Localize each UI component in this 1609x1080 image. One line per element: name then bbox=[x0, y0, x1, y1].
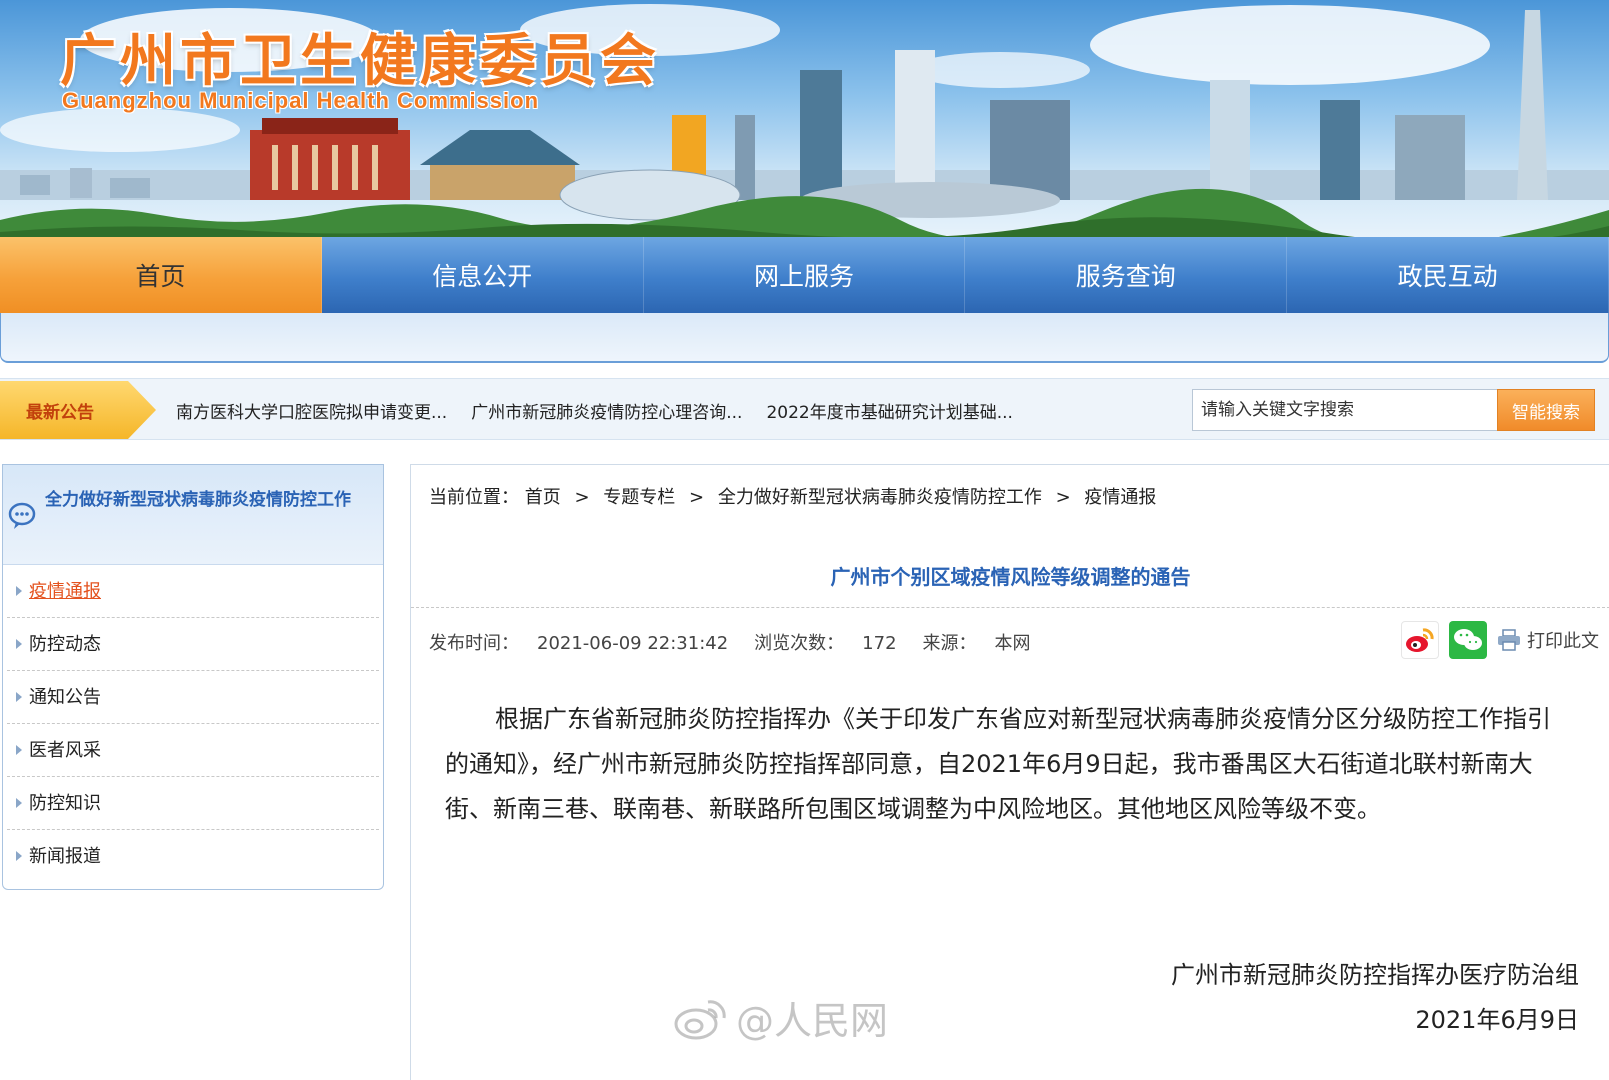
sidebar: 全力做好新型冠状病毒肺炎疫情防控工作 疫情通报 防控动态 通知公告 医者风采 防… bbox=[2, 464, 384, 890]
breadcrumb-epidemic-report[interactable]: 疫情通报 bbox=[1084, 487, 1156, 508]
sidebar-item-label: 医者风采 bbox=[29, 740, 101, 761]
main-nav: 首页 信息公开 网上服务 服务查询 政民互动 bbox=[0, 237, 1609, 313]
publish-time-label: 发布时间： bbox=[429, 633, 519, 654]
weibo-share-icon[interactable] bbox=[1401, 621, 1439, 659]
signature-org: 广州市新冠肺炎防控指挥办医疗防治组 bbox=[1171, 961, 1579, 989]
views-label: 浏览次数： bbox=[754, 633, 845, 654]
nav-item-service-query[interactable]: 服务查询 bbox=[965, 237, 1288, 313]
print-label: 打印此文 bbox=[1527, 631, 1599, 652]
divider bbox=[411, 607, 1609, 608]
smart-search-button[interactable]: 智能搜索 bbox=[1497, 389, 1595, 431]
notice-list: 南方医科大学口腔医院拟申请变更... 广州市新冠肺炎疫情防控心理咨询... 20… bbox=[176, 379, 1013, 441]
view-count: 172 bbox=[862, 633, 897, 654]
publish-time: 2021-06-09 22:31:42 bbox=[537, 633, 729, 654]
nav-item-public-interaction[interactable]: 政民互动 bbox=[1287, 237, 1609, 313]
article-panel: 当前位置： 首页 > 专题专栏 > 全力做好新型冠状病毒肺炎疫情防控工作 > 疫… bbox=[410, 464, 1609, 1080]
sidebar-menu: 疫情通报 防控动态 通知公告 医者风采 防控知识 新闻报道 bbox=[3, 565, 383, 883]
watermark: @人民网 bbox=[674, 990, 888, 1045]
breadcrumb: 当前位置： 首页 > 专题专栏 > 全力做好新型冠状病毒肺炎疫情防控工作 > 疫… bbox=[429, 483, 1156, 509]
search-input[interactable] bbox=[1192, 389, 1498, 431]
header-banner: 广州市卫生健康委员会 Guangzhou Municipal Health Co… bbox=[0, 0, 1609, 240]
printer-icon bbox=[1498, 629, 1520, 651]
breadcrumb-special-topics[interactable]: 专题专栏 bbox=[603, 487, 675, 508]
notice-item[interactable]: 广州市新冠肺炎疫情防控心理咨询... bbox=[471, 398, 742, 423]
sidebar-item-prevention-knowledge[interactable]: 防控知识 bbox=[7, 777, 379, 830]
notice-item[interactable]: 2022年度市基础研究计划基础... bbox=[766, 398, 1012, 423]
caret-right-icon bbox=[16, 692, 22, 702]
wechat-share-icon[interactable] bbox=[1449, 621, 1487, 659]
source-value: 本网 bbox=[994, 633, 1031, 654]
sidebar-heading[interactable]: 全力做好新型冠状病毒肺炎疫情防控工作 bbox=[45, 475, 381, 525]
nav-item-online-services[interactable]: 网上服务 bbox=[644, 237, 966, 313]
caret-right-icon bbox=[16, 798, 22, 808]
sidebar-item-prevention-news[interactable]: 防控动态 bbox=[7, 618, 379, 671]
sidebar-item-label: 新闻报道 bbox=[29, 846, 101, 867]
notice-bar: 最新公告 南方医科大学口腔医院拟申请变更... 广州市新冠肺炎疫情防控心理咨询.… bbox=[0, 378, 1609, 440]
article-meta: 发布时间： 2021-06-09 22:31:42 浏览次数： 172 来源： 本网 bbox=[429, 629, 1049, 655]
caret-right-icon bbox=[16, 639, 22, 649]
nav-item-home[interactable]: 首页 bbox=[0, 237, 322, 313]
breadcrumb-home[interactable]: 首页 bbox=[525, 487, 561, 508]
article-body: 根据广东省新冠肺炎防控指挥办《关于印发广东省应对新型冠状病毒肺炎疫情分区分级防控… bbox=[445, 705, 1551, 823]
caret-right-icon bbox=[16, 586, 22, 596]
print-button[interactable]: 打印此文 bbox=[1497, 627, 1599, 653]
watermark-text: @人民网 bbox=[736, 999, 889, 1043]
notice-label: 最新公告 bbox=[0, 381, 156, 439]
sidebar-item-label: 疫情通报 bbox=[29, 581, 101, 602]
sidebar-item-label: 通知公告 bbox=[29, 687, 101, 708]
wechat-icon bbox=[1454, 629, 1482, 650]
caret-right-icon bbox=[16, 851, 22, 861]
breadcrumb-separator: > bbox=[574, 487, 590, 508]
sidebar-item-label: 防控动态 bbox=[29, 634, 101, 655]
sidebar-item-label: 防控知识 bbox=[29, 793, 101, 814]
sidebar-item-doctor-stories[interactable]: 医者风采 bbox=[7, 724, 379, 777]
article-title: 广州市个别区域疫情风险等级调整的通告 bbox=[830, 565, 1191, 589]
chat-bubble-icon bbox=[8, 502, 36, 529]
sub-nav-bar bbox=[0, 313, 1609, 363]
signature-date: 2021年6月9日 bbox=[1415, 1006, 1579, 1034]
notice-item[interactable]: 南方医科大学口腔医院拟申请变更... bbox=[176, 398, 447, 423]
weibo-watermark-icon bbox=[674, 999, 726, 1039]
nav-item-info-disclosure[interactable]: 信息公开 bbox=[322, 237, 644, 313]
article-signature: 广州市新冠肺炎防控指挥办医疗防治组 2021年6月9日 bbox=[1171, 953, 1579, 1043]
site-subtitle: Guangzhou Municipal Health Commission bbox=[62, 88, 540, 113]
weibo-icon bbox=[1406, 628, 1434, 652]
sidebar-item-announcements[interactable]: 通知公告 bbox=[7, 671, 379, 724]
sidebar-item-news-reports[interactable]: 新闻报道 bbox=[7, 830, 379, 883]
sidebar-item-epidemic-report[interactable]: 疫情通报 bbox=[7, 565, 379, 618]
breadcrumb-prefix: 当前位置： bbox=[429, 487, 519, 508]
breadcrumb-covid-prevention[interactable]: 全力做好新型冠状病毒肺炎疫情防控工作 bbox=[718, 487, 1042, 508]
caret-right-icon bbox=[16, 745, 22, 755]
share-toolbar: 打印此文 bbox=[1401, 621, 1599, 659]
breadcrumb-separator: > bbox=[689, 487, 705, 508]
sidebar-header: 全力做好新型冠状病毒肺炎疫情防控工作 bbox=[3, 465, 383, 565]
site-title: 广州市卫生健康委员会 bbox=[60, 29, 660, 94]
source-label: 来源： bbox=[922, 633, 977, 654]
breadcrumb-separator: > bbox=[1055, 487, 1071, 508]
